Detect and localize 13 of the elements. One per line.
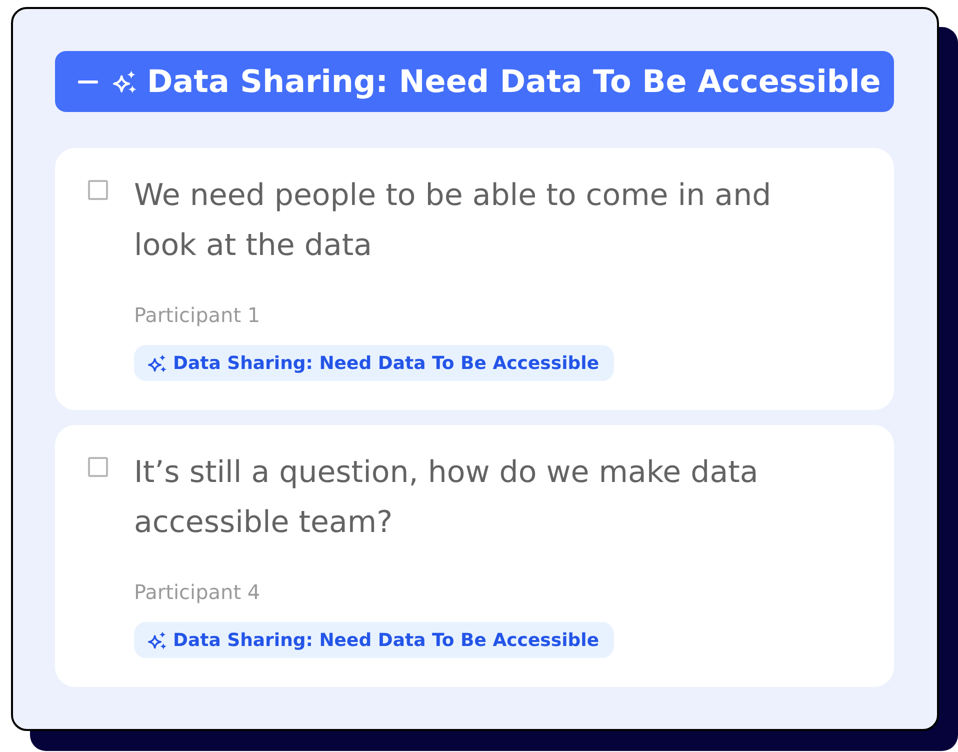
checkbox[interactable] — [88, 457, 108, 477]
sparkle-icon — [113, 70, 137, 94]
checkbox[interactable] — [88, 180, 108, 200]
sparkle-icon — [148, 354, 167, 372]
sparkle-icon — [148, 630, 167, 650]
minus-icon — [78, 80, 98, 84]
tag-chip[interactable]: Data Sharing: Need Data To Be Accessible — [134, 345, 614, 381]
group-header[interactable]: Data Sharing: Need Data To Be Accessible — [55, 51, 894, 112]
tag-chip[interactable]: Data Sharing: Need Data To Be Accessible — [134, 622, 614, 658]
participant-label: Participant 4 — [134, 579, 260, 606]
quote-text: We need people to be able to come in and look at the data — [134, 177, 772, 265]
quote-text: It’s still a question, how do we make data accessible team? — [134, 454, 760, 542]
participant-label: Participant 1 — [134, 302, 260, 329]
